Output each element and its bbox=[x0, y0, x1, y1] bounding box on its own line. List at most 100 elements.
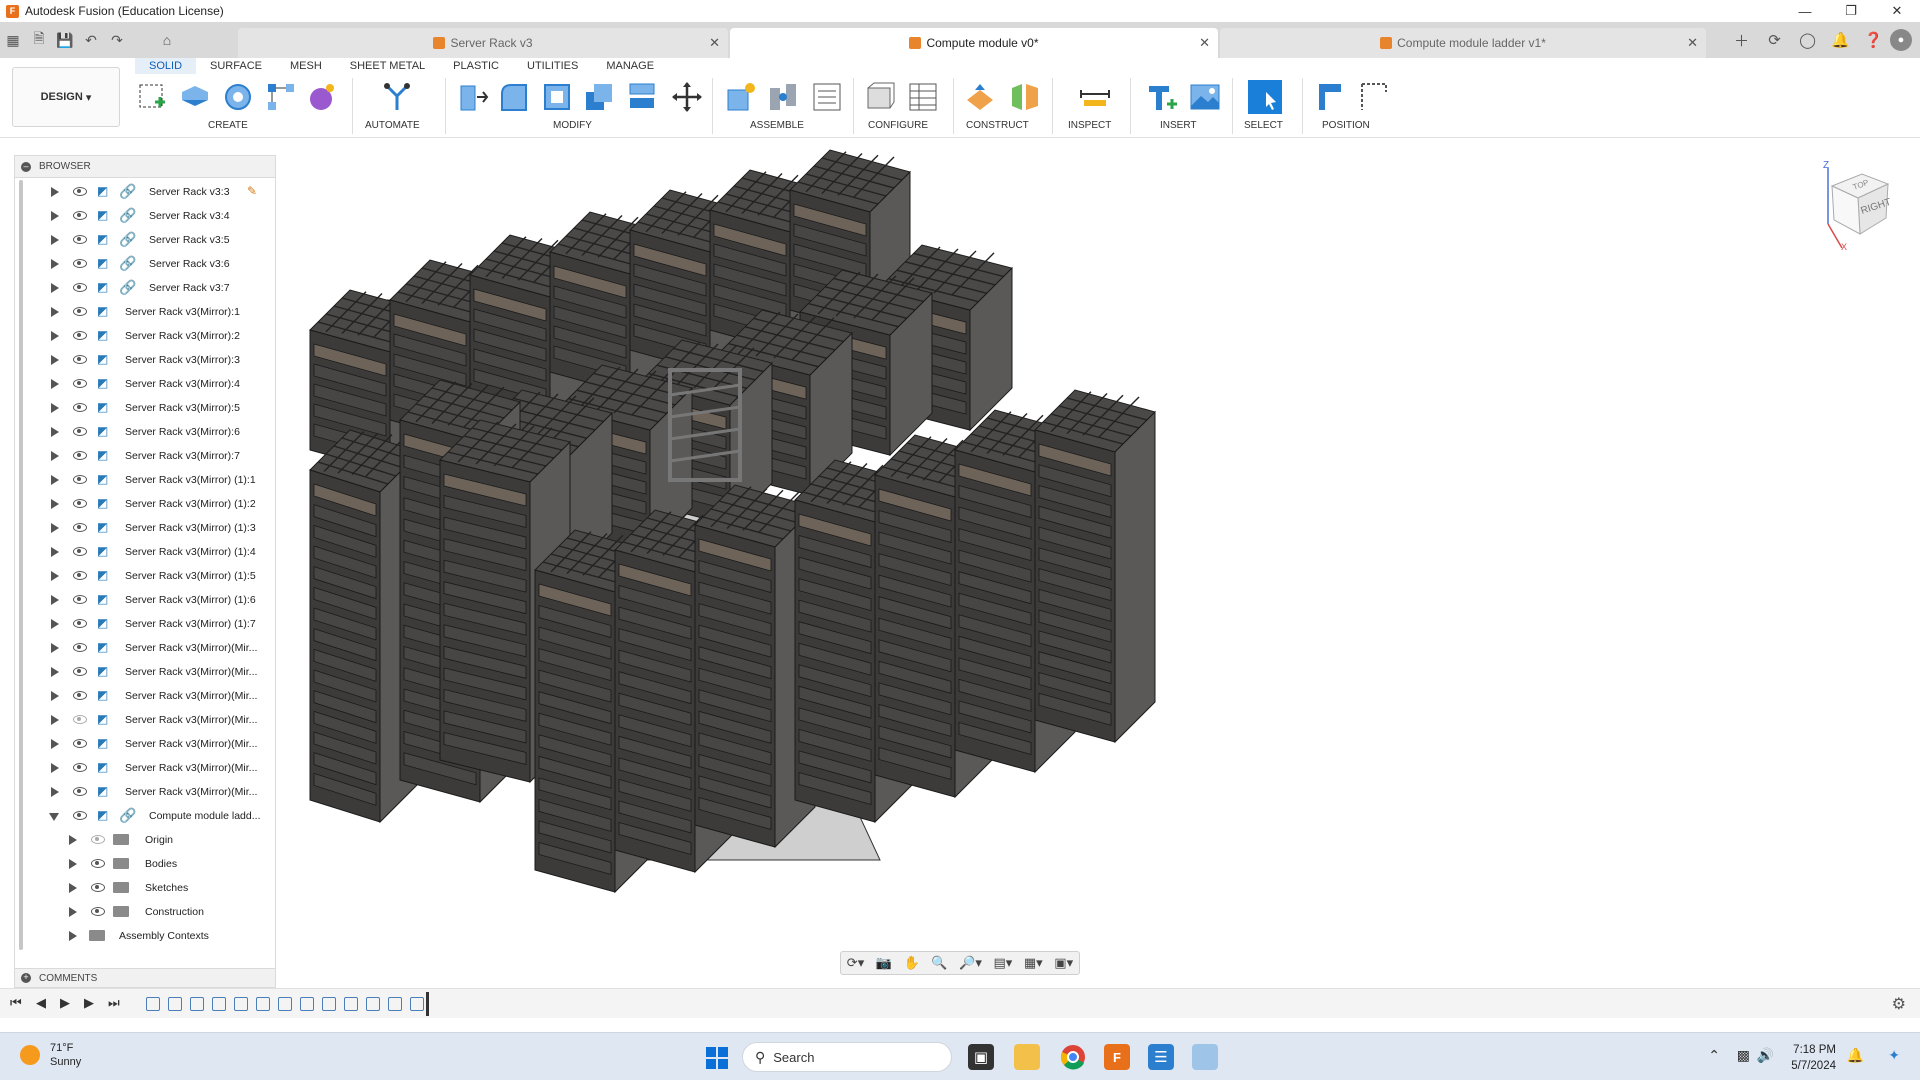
browser-item[interactable]: ◩ Server Rack v3(Mirror)(Mir... bbox=[15, 684, 277, 708]
browser-item[interactable]: ◩ 🔗 Server Rack v3:6 bbox=[15, 252, 277, 276]
task-view-icon[interactable]: ▣ bbox=[968, 1044, 994, 1070]
visibility-icon[interactable] bbox=[73, 739, 87, 748]
pattern-icon[interactable] bbox=[264, 80, 298, 114]
joint-icon[interactable] bbox=[766, 80, 800, 114]
bill-of-materials-icon[interactable] bbox=[810, 80, 844, 114]
weather-widget[interactable]: 71°F Sunny bbox=[20, 1041, 81, 1069]
browser-item[interactable]: ◩ Server Rack v3(Mirror) (1):1 bbox=[15, 468, 277, 492]
extrude-icon[interactable] bbox=[178, 80, 212, 114]
expand-caret-icon[interactable] bbox=[51, 427, 59, 437]
offset-plane-icon[interactable] bbox=[963, 80, 997, 114]
3d-viewport[interactable] bbox=[280, 140, 1920, 985]
tab-utilities[interactable]: UTILITIES bbox=[513, 58, 592, 74]
configure-menu[interactable]: CONFIGURE bbox=[868, 120, 928, 131]
tab-server-rack[interactable]: Server Rack v3 ✕ bbox=[238, 28, 728, 58]
timeline-sketch-feature-icon[interactable] bbox=[212, 997, 226, 1011]
select-menu[interactable]: SELECT bbox=[1244, 120, 1283, 131]
collapse-browser-icon[interactable]: – bbox=[21, 161, 31, 172]
timeline-marker[interactable] bbox=[426, 992, 429, 1016]
expand-caret-icon[interactable] bbox=[51, 331, 59, 341]
browser-item[interactable]: ◩ Server Rack v3(Mirror)(Mir... bbox=[15, 780, 277, 804]
visibility-icon[interactable] bbox=[73, 235, 87, 244]
zoom-icon[interactable]: 🔍 bbox=[931, 955, 947, 971]
configure-icon[interactable] bbox=[864, 80, 898, 114]
browser-item[interactable]: ◩ Server Rack v3(Mirror) (1):2 bbox=[15, 492, 277, 516]
expand-caret-icon[interactable] bbox=[51, 643, 59, 653]
browser-folder-bodies[interactable]: Bodies bbox=[15, 852, 277, 876]
expand-caret-icon[interactable] bbox=[51, 691, 59, 701]
minimize-icon[interactable]: — bbox=[1782, 0, 1828, 22]
visibility-icon[interactable] bbox=[73, 595, 87, 604]
expand-caret-icon[interactable] bbox=[51, 259, 59, 269]
notification-bell-icon[interactable]: 🔔 bbox=[1847, 1047, 1864, 1064]
expand-caret-icon[interactable] bbox=[51, 235, 59, 245]
redo-icon[interactable]: ↷ bbox=[104, 22, 130, 58]
expand-caret-icon[interactable] bbox=[51, 475, 59, 485]
configuration-table-icon[interactable] bbox=[906, 80, 940, 114]
play-icon[interactable]: ▶ bbox=[60, 995, 70, 1011]
close-icon[interactable]: ✕ bbox=[1874, 0, 1920, 22]
press-pull-icon[interactable] bbox=[455, 80, 489, 114]
select-tool-icon[interactable] bbox=[1248, 80, 1282, 114]
visibility-icon[interactable] bbox=[73, 691, 87, 700]
expand-caret-icon[interactable] bbox=[51, 451, 59, 461]
viewports-icon[interactable]: ▣▾ bbox=[1054, 955, 1073, 971]
server-rack-assembly-model[interactable] bbox=[280, 140, 1920, 985]
browser-item[interactable]: ◩ Server Rack v3(Mirror)(Mir... bbox=[15, 756, 277, 780]
visibility-icon[interactable] bbox=[73, 355, 87, 364]
visibility-icon[interactable] bbox=[73, 451, 87, 460]
save-icon[interactable]: 💾 bbox=[52, 22, 78, 58]
tab-compute-module-ladder[interactable]: Compute module ladder v1* ✕ bbox=[1220, 28, 1706, 58]
visibility-icon[interactable] bbox=[73, 475, 87, 484]
expand-caret-icon[interactable] bbox=[51, 211, 59, 221]
browser-item[interactable]: ◩ 🔗 Server Rack v3:3 ✎ bbox=[15, 180, 277, 204]
expand-caret-icon[interactable] bbox=[51, 499, 59, 509]
expand-caret-icon[interactable] bbox=[51, 283, 59, 293]
tab-plastic[interactable]: PLASTIC bbox=[439, 58, 513, 74]
tab-compute-module[interactable]: Compute module v0* ✕ bbox=[730, 28, 1218, 58]
visibility-icon[interactable] bbox=[73, 571, 87, 580]
undo-icon[interactable]: ↶ bbox=[78, 22, 104, 58]
network-icon[interactable]: ▩ bbox=[1737, 1047, 1750, 1064]
go-to-start-icon[interactable]: ⏮ bbox=[10, 995, 22, 1011]
extensions-icon[interactable]: ⟳ bbox=[1758, 22, 1791, 58]
tab-sheet-metal[interactable]: SHEET METAL bbox=[336, 58, 439, 74]
copilot-icon[interactable]: ✦ bbox=[1888, 1047, 1900, 1064]
automate-icon[interactable] bbox=[380, 80, 414, 114]
timeline-pattern-feature-icon[interactable] bbox=[234, 997, 248, 1011]
expand-caret-icon[interactable] bbox=[69, 883, 77, 893]
expand-caret-icon[interactable] bbox=[51, 307, 59, 317]
close-tab-icon[interactable]: ✕ bbox=[1199, 35, 1210, 51]
visibility-icon[interactable] bbox=[73, 307, 87, 316]
expand-caret-icon[interactable] bbox=[69, 931, 77, 941]
view-cube[interactable]: TOP RIGHT Z X bbox=[1810, 160, 1900, 250]
windows-start-icon[interactable] bbox=[706, 1047, 728, 1069]
workspace-switcher-button[interactable]: DESIGN ▾ bbox=[12, 67, 120, 127]
revolve-icon[interactable] bbox=[221, 80, 255, 114]
visibility-icon[interactable] bbox=[73, 667, 87, 676]
display-settings-icon[interactable]: ▤▾ bbox=[993, 955, 1012, 971]
taskbar-search[interactable]: ⚲ Search bbox=[742, 1042, 952, 1072]
orbit-icon[interactable]: ⟳▾ bbox=[847, 955, 864, 971]
browser-item[interactable]: ◩ Server Rack v3(Mirror):2 bbox=[15, 324, 277, 348]
file-menu-icon[interactable]: 🗎 bbox=[26, 22, 52, 58]
timeline-settings-icon[interactable]: ⚙ bbox=[1892, 994, 1906, 1014]
chrome-icon[interactable] bbox=[1060, 1044, 1086, 1070]
timeline-extrude-feature-icon[interactable] bbox=[168, 997, 182, 1011]
timeline-mirror-feature-icon[interactable] bbox=[256, 997, 270, 1011]
insert-derive-icon[interactable] bbox=[1145, 80, 1179, 114]
comments-panel-header[interactable]: + COMMENTS bbox=[14, 968, 276, 988]
visibility-icon[interactable] bbox=[73, 427, 87, 436]
file-explorer-icon[interactable] bbox=[1014, 1044, 1040, 1070]
visibility-off-icon[interactable] bbox=[73, 715, 87, 724]
browser-item[interactable]: ◩ Server Rack v3(Mirror) (1):5 bbox=[15, 564, 277, 588]
browser-item[interactable]: ◩ Server Rack v3(Mirror):1 bbox=[15, 300, 277, 324]
revert-position-icon[interactable] bbox=[1358, 80, 1392, 114]
edit-pencil-icon[interactable]: ✎ bbox=[247, 184, 257, 198]
visibility-icon[interactable] bbox=[73, 547, 87, 556]
visibility-icon[interactable] bbox=[73, 379, 87, 388]
visibility-icon[interactable] bbox=[73, 523, 87, 532]
create-sketch-icon[interactable] bbox=[135, 80, 169, 114]
visibility-icon[interactable] bbox=[91, 835, 105, 844]
tab-mesh[interactable]: MESH bbox=[276, 58, 336, 74]
